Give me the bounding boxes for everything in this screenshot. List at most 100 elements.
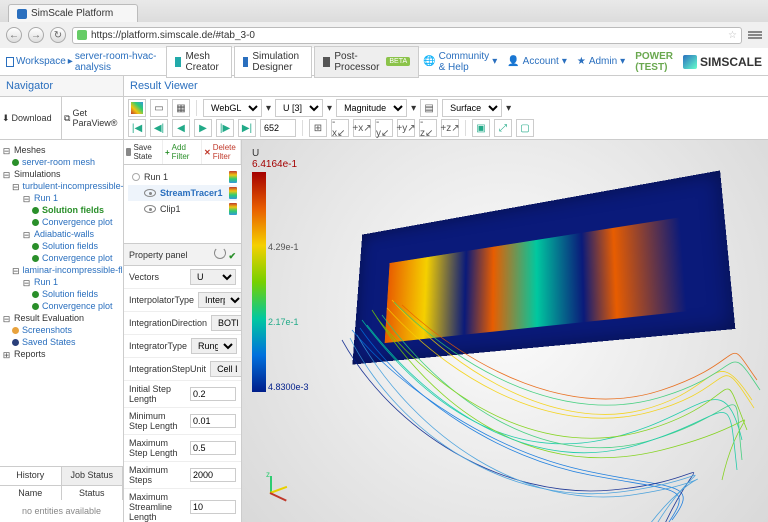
community-link[interactable]: 🌐Community & Help▾: [423, 51, 497, 73]
step-back-button[interactable]: ◀|: [150, 119, 168, 137]
tree-meshes[interactable]: ⊟Meshes: [2, 144, 121, 156]
view-neg-y-button[interactable]: -y↙: [375, 119, 393, 137]
tree-result-eval[interactable]: ⊟Result Evaluation: [2, 312, 121, 324]
tree-saved-states[interactable]: Saved States: [2, 336, 121, 348]
back-button[interactable]: ←: [6, 27, 22, 43]
admin-link[interactable]: ★Admin▾: [577, 56, 625, 67]
star-icon[interactable]: ☆: [728, 30, 737, 41]
delete-filter-button[interactable]: Delete Filter: [202, 140, 241, 164]
account-link[interactable]: 👤Account▾: [507, 56, 567, 67]
pipeline-tree: Run 1 StreamTracer1 Clip1: [124, 165, 241, 243]
property-list: VectorsUInterpolatorTypeInterpoIntegrati…: [124, 266, 241, 522]
tree-simulations[interactable]: ⊟Simulations: [2, 168, 121, 180]
pipeline-clip[interactable]: Clip1: [128, 201, 237, 217]
view-neg-z-button[interactable]: -z↙: [419, 119, 437, 137]
box-button[interactable]: ▢: [516, 119, 534, 137]
tree-convergence-b[interactable]: Convergence plot: [2, 252, 121, 264]
job-status-tab[interactable]: Job Status: [62, 467, 124, 485]
prop-input[interactable]: Interpo: [198, 292, 241, 308]
url-bar[interactable]: https://platform.simscale.de/#tab_3-0 ☆: [72, 27, 742, 44]
prop-input[interactable]: [190, 387, 236, 401]
prop-input[interactable]: U: [190, 269, 236, 285]
component-select[interactable]: Magnitude: [336, 99, 407, 117]
tree-run1-a[interactable]: ⊟Run 1: [2, 192, 121, 204]
prop-input[interactable]: BOTH: [211, 315, 241, 331]
tree-turbulent[interactable]: ⊟turbulent-incompressible-flow: [2, 180, 121, 192]
tree-laminar[interactable]: ⊟laminar-incompressible-flow: [2, 264, 121, 276]
visibility-icon[interactable]: [144, 205, 156, 213]
colormap-icon[interactable]: [229, 187, 237, 199]
tree-server-room-mesh[interactable]: server-room mesh: [2, 156, 121, 168]
browser-tab[interactable]: SimScale Platform: [8, 4, 138, 22]
prop-input[interactable]: [190, 441, 236, 455]
frame-input[interactable]: [260, 119, 296, 137]
renderer-select[interactable]: WebGL: [203, 99, 262, 117]
prop-input[interactable]: [190, 414, 236, 428]
logo[interactable]: SIMSCALE: [683, 55, 762, 69]
play-button[interactable]: ▶: [194, 119, 212, 137]
breadcrumb-project: server-room-hvac-analysis: [75, 51, 163, 73]
history-tab[interactable]: History: [0, 467, 62, 485]
tree-reports[interactable]: ⊞Reports: [2, 348, 121, 360]
status-icon: [32, 255, 39, 262]
prop-input[interactable]: Runge: [191, 338, 237, 354]
prop-input[interactable]: [190, 468, 236, 482]
first-frame-button[interactable]: |◀: [128, 119, 146, 137]
visibility-icon[interactable]: [144, 189, 156, 197]
chevron-down-icon: ▾: [266, 103, 271, 114]
prop-input[interactable]: [190, 500, 236, 514]
play-back-button[interactable]: ◀: [172, 119, 190, 137]
tree-run1-b[interactable]: ⊟Run 1: [2, 276, 121, 288]
field-select[interactable]: U [3]: [275, 99, 323, 117]
view-pos-x-button[interactable]: +x↗: [353, 119, 371, 137]
breadcrumb[interactable]: Workspace ▸ server-room-hvac-analysis: [6, 51, 162, 73]
tree-convergence-c[interactable]: Convergence plot: [2, 300, 121, 312]
reload-button[interactable]: ↻: [50, 27, 66, 43]
view-neg-x-button[interactable]: -x↙: [331, 119, 349, 137]
job-empty: no entities available: [0, 500, 123, 522]
screenshot-button[interactable]: ▣: [472, 119, 490, 137]
apply-icon[interactable]: ✔: [228, 251, 236, 261]
refresh-icon[interactable]: [214, 247, 226, 259]
pipeline-streamtracer[interactable]: StreamTracer1: [128, 185, 237, 201]
3d-viewport[interactable]: U 6.4164e-1 4.29e-1 2.17e-1 4.8300e-3: [242, 140, 768, 522]
representation-icon[interactable]: ▤: [420, 99, 438, 117]
prop-label: IntegratorType: [129, 341, 187, 351]
result-viewer-title: Result Viewer: [124, 76, 768, 96]
step-fwd-button[interactable]: |▶: [216, 119, 234, 137]
tree-solution-fields-active[interactable]: Solution fields: [2, 204, 121, 216]
browser-chrome: SimScale Platform ← → ↻ https://platform…: [0, 0, 768, 48]
beta-badge: BETA: [386, 57, 410, 66]
view-pos-z-button[interactable]: +z↗: [441, 119, 459, 137]
select-icon[interactable]: ▭: [150, 99, 168, 117]
view-xy-button[interactable]: ⊞: [309, 119, 327, 137]
download-button[interactable]: ⬇Download: [0, 97, 62, 139]
prop-row: Initial Step Length: [124, 381, 241, 408]
simulation-designer-tab[interactable]: Simulation Designer: [234, 46, 313, 78]
save-state-button[interactable]: Save State: [124, 140, 163, 164]
navigator-panel: ⊟Meshes server-room mesh ⊟Simulations ⊟t…: [0, 140, 124, 522]
render-mode-icon[interactable]: [128, 99, 146, 117]
menu-icon[interactable]: [748, 28, 762, 42]
prop-input[interactable]: Cell Le: [210, 361, 241, 377]
mesh-creator-tab[interactable]: Mesh Creator: [166, 46, 231, 78]
add-filter-button[interactable]: Add Filter: [163, 140, 202, 164]
forward-button[interactable]: →: [28, 27, 44, 43]
post-processor-tab[interactable]: Post-ProcessorBETA: [314, 46, 419, 78]
view-pos-y-button[interactable]: +y↗: [397, 119, 415, 137]
get-paraview-button[interactable]: ⧉Get ParaView®: [62, 97, 123, 139]
mesh-view-icon[interactable]: ▦: [172, 99, 190, 117]
tree-adiabatic[interactable]: ⊟Adiabatic-walls: [2, 228, 121, 240]
fit-button[interactable]: ⤢: [494, 119, 512, 137]
prop-row: Maximum Streamline Length: [124, 489, 241, 522]
chevron-right-icon: ▸: [68, 56, 73, 67]
colormap-icon[interactable]: [229, 203, 237, 215]
tree-solution-fields-c[interactable]: Solution fields: [2, 288, 121, 300]
pipeline-run1[interactable]: Run 1: [128, 169, 237, 185]
tree-convergence-a[interactable]: Convergence plot: [2, 216, 121, 228]
tree-solution-fields-b[interactable]: Solution fields: [2, 240, 121, 252]
tree-screenshots[interactable]: Screenshots: [2, 324, 121, 336]
representation-select[interactable]: Surface: [442, 99, 502, 117]
last-frame-button[interactable]: ▶|: [238, 119, 256, 137]
colormap-icon[interactable]: [229, 171, 237, 183]
